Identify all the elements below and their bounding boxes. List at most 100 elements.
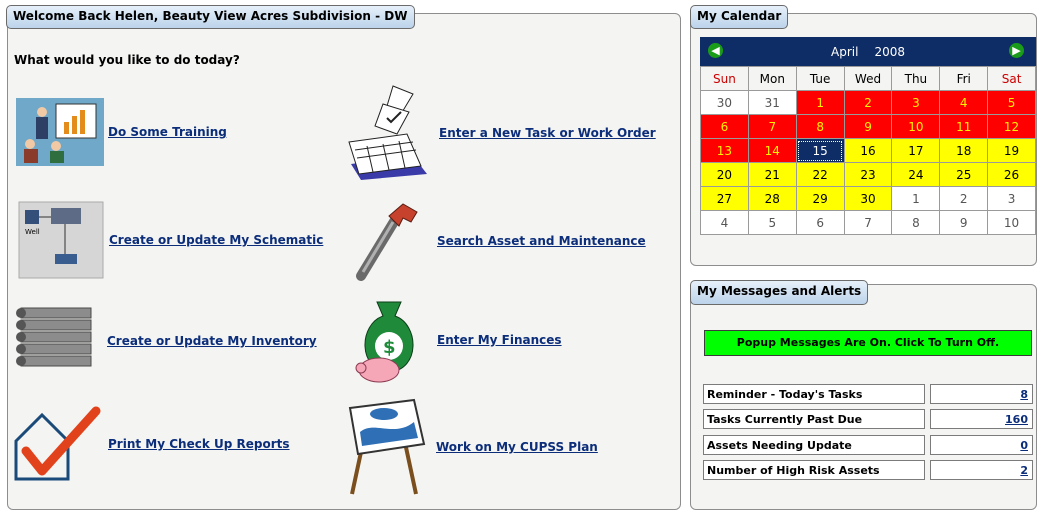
- alert-value-link[interactable]: 2: [930, 460, 1033, 480]
- calendar-day[interactable]: 3: [987, 186, 1036, 211]
- calendar-day[interactable]: 12: [987, 114, 1036, 139]
- alert-value-link[interactable]: 160: [930, 409, 1033, 429]
- action-inventory[interactable]: Create or Update My Inventory: [15, 298, 317, 384]
- calendar-week-row: 6 7 8 9 10 11 12: [700, 114, 1036, 139]
- calendar-day[interactable]: 8: [891, 210, 941, 235]
- calendar-week-row: 27 28 29 30 1 2 3: [700, 186, 1036, 211]
- schematic-icon: Well: [18, 201, 104, 279]
- calendar-week-row: 4 5 6 7 8 9 10: [700, 210, 1036, 235]
- calendar-day[interactable]: 13: [700, 138, 749, 163]
- calendar-day-today[interactable]: 15: [795, 138, 845, 163]
- calendar-day[interactable]: 5: [747, 210, 797, 235]
- calendar-day[interactable]: 21: [747, 162, 797, 187]
- svg-text:Well: Well: [25, 228, 40, 236]
- calendar-day[interactable]: 8: [795, 114, 845, 139]
- calendar-day[interactable]: 7: [843, 210, 893, 235]
- calendar-day[interactable]: 20: [700, 162, 749, 187]
- calendar-day[interactable]: 10: [987, 210, 1036, 235]
- calendar-day[interactable]: 4: [700, 210, 749, 235]
- alert-label: Assets Needing Update: [703, 435, 925, 455]
- calendar-day[interactable]: 18: [939, 138, 989, 163]
- action-reports[interactable]: Print My Check Up Reports: [12, 405, 290, 483]
- weekday-header: Fri: [939, 66, 989, 91]
- calendar-body: 30 31 1 2 3 4 5 6 7 8 9 10 11 12 13 14 15 16 17 18 19 20 21 22 2…: [700, 90, 1036, 235]
- calendar-grid: Sun Mon Tue Wed Thu Fri Sat 30 31 1 2 3 4 5 6 7 8 9 10 11 1…: [700, 66, 1036, 235]
- calendar-weekday-row: Sun Mon Tue Wed Thu Fri Sat: [700, 66, 1036, 91]
- welcome-title-tab: Welcome Back Helen, Beauty View Acres Su…: [6, 5, 415, 29]
- popup-toggle-button[interactable]: Popup Messages Are On. Click To Turn Off…: [704, 330, 1032, 356]
- calendar-day[interactable]: 25: [939, 162, 989, 187]
- task-calendar-icon: [348, 85, 427, 180]
- calendar-day[interactable]: 30: [700, 90, 749, 115]
- weekday-header: Tue: [795, 66, 845, 91]
- calendar-day[interactable]: 26: [987, 162, 1036, 187]
- alert-label: Tasks Currently Past Due: [703, 409, 925, 429]
- action-schematic-link[interactable]: Create or Update My Schematic: [109, 233, 323, 247]
- weekday-header: Mon: [747, 66, 797, 91]
- calendar-day[interactable]: 2: [843, 90, 893, 115]
- calendar-day[interactable]: 17: [891, 138, 941, 163]
- calendar-day[interactable]: 1: [795, 90, 845, 115]
- alert-label: Number of High Risk Assets: [703, 460, 925, 480]
- calendar-day[interactable]: 6: [795, 210, 845, 235]
- weekday-header: Sun: [700, 66, 749, 91]
- action-schematic[interactable]: Well Create or Update My Schematic: [17, 200, 323, 280]
- svg-text:$: $: [383, 337, 396, 358]
- action-training-link[interactable]: Do Some Training: [108, 125, 227, 139]
- action-finances[interactable]: $ Enter My Finances: [349, 290, 562, 390]
- calendar-day[interactable]: 1: [891, 186, 941, 211]
- calendar-day[interactable]: 4: [939, 90, 989, 115]
- pipes-icon: [16, 307, 92, 367]
- alert-value-link[interactable]: 8: [930, 384, 1033, 404]
- action-finances-link[interactable]: Enter My Finances: [437, 333, 562, 347]
- action-reports-link[interactable]: Print My Check Up Reports: [108, 437, 290, 451]
- calendar-day[interactable]: 28: [747, 186, 797, 211]
- alert-value-link[interactable]: 0: [930, 435, 1033, 455]
- action-new-task[interactable]: Enter a New Task or Work Order: [343, 84, 656, 182]
- calendar-day[interactable]: 7: [747, 114, 797, 139]
- checkmark-house-icon: [14, 406, 101, 481]
- calendar-week-row: 20 21 22 23 24 25 26: [700, 162, 1036, 187]
- calendar-week-row: 13 14 15 16 17 18 19: [700, 138, 1036, 163]
- green-right-arrow-icon[interactable]: ▶: [1009, 43, 1024, 58]
- calendar-week-row: 30 31 1 2 3 4 5: [700, 90, 1036, 115]
- action-new-task-link[interactable]: Enter a New Task or Work Order: [439, 126, 656, 140]
- calendar-month: April: [831, 45, 859, 59]
- calendar-day[interactable]: 24: [891, 162, 941, 187]
- calendar-day[interactable]: 29: [795, 186, 845, 211]
- calendar-day[interactable]: 30: [843, 186, 893, 211]
- action-cupss-plan[interactable]: Work on My CUPSS Plan: [344, 398, 598, 496]
- calendar-title-tab: My Calendar: [690, 5, 789, 29]
- calendar-day[interactable]: 5: [987, 90, 1036, 115]
- calendar-year: 2008: [874, 45, 905, 59]
- calendar-day[interactable]: 11: [939, 114, 989, 139]
- action-asset-search-link[interactable]: Search Asset and Maintenance: [437, 234, 646, 248]
- calendar-day[interactable]: 9: [939, 210, 989, 235]
- messages-title-tab: My Messages and Alerts: [690, 280, 869, 305]
- action-asset-search[interactable]: Search Asset and Maintenance: [345, 198, 646, 284]
- calendar-day[interactable]: 10: [891, 114, 941, 139]
- alert-row-assets-update: Assets Needing Update 0: [703, 435, 1033, 455]
- calendar-day[interactable]: 6: [700, 114, 749, 139]
- action-inventory-link[interactable]: Create or Update My Inventory: [107, 334, 317, 348]
- calendar-day[interactable]: 16: [843, 138, 893, 163]
- wrench-icon: [356, 203, 418, 281]
- weekday-header: Thu: [891, 66, 941, 91]
- alert-row-todays-tasks: Reminder - Today's Tasks 8: [703, 384, 1033, 404]
- money-bag-icon: $: [355, 301, 414, 383]
- alert-row-high-risk: Number of High Risk Assets 2: [703, 460, 1033, 480]
- cupss-easel-icon: [348, 398, 426, 495]
- calendar-day[interactable]: 31: [747, 90, 797, 115]
- calendar-day[interactable]: 27: [700, 186, 749, 211]
- calendar-day[interactable]: 19: [987, 138, 1036, 163]
- calendar-day[interactable]: 23: [843, 162, 893, 187]
- action-cupss-plan-link[interactable]: Work on My CUPSS Plan: [436, 440, 598, 454]
- calendar-day[interactable]: 3: [891, 90, 941, 115]
- calendar-day[interactable]: 22: [795, 162, 845, 187]
- calendar-day[interactable]: 2: [939, 186, 989, 211]
- calendar-day[interactable]: 14: [747, 138, 797, 163]
- action-training[interactable]: Do Some Training: [16, 98, 227, 166]
- alert-row-past-due: Tasks Currently Past Due 160: [703, 409, 1033, 429]
- training-icon: [16, 98, 104, 166]
- calendar-day[interactable]: 9: [843, 114, 893, 139]
